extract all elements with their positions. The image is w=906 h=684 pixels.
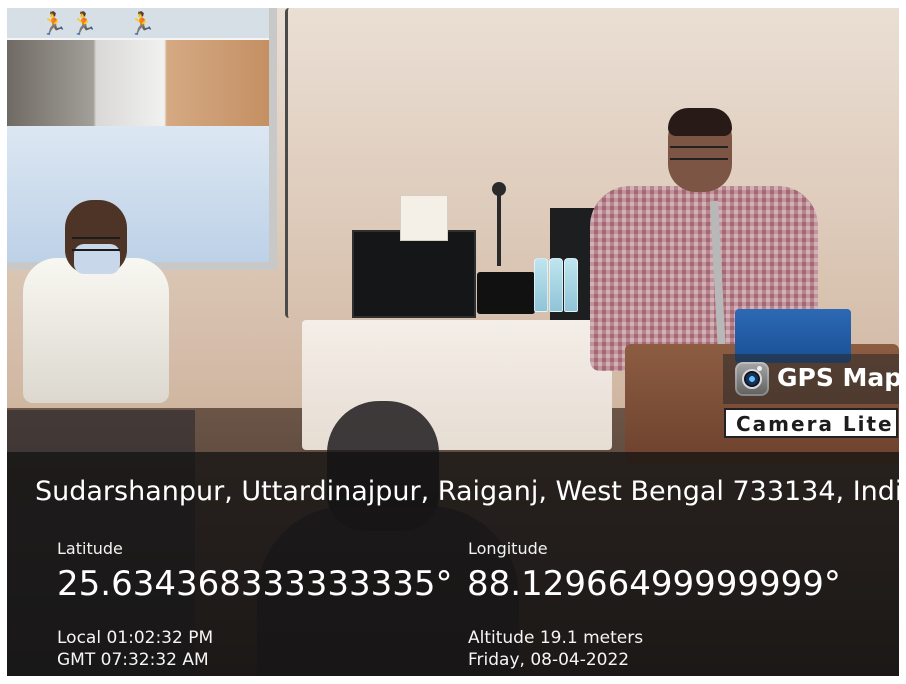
gmt-time: GMT 07:32:32 AM <box>57 650 209 670</box>
water-bottle <box>549 258 563 312</box>
speaker-device <box>477 272 535 314</box>
seated-person <box>23 258 169 403</box>
cable <box>285 8 296 318</box>
screen-lower-panel <box>7 126 269 262</box>
computer-monitor <box>352 230 476 318</box>
altitude-text: Altitude 19.1 meters <box>468 628 644 648</box>
location-overlay: Sudarshanpur, Uttardinajpur, Raiganj, We… <box>7 452 899 676</box>
speaking-person-hair <box>668 108 732 136</box>
latitude-value: 25.634368333333335° <box>57 564 453 604</box>
water-bottle <box>534 258 548 312</box>
cigarette-image <box>7 40 269 126</box>
badge-subtitle-box: Camera Lite <box>724 408 898 438</box>
switchboard <box>400 195 448 241</box>
running-figure-icon: 🏃 <box>40 12 68 37</box>
local-time: Local 01:02:32 PM <box>57 628 214 648</box>
running-figure-icon: 🏃 <box>70 12 98 37</box>
longitude-value: 88.12966499999999° <box>467 564 841 604</box>
badge-subtitle: Camera Lite <box>736 412 894 436</box>
eyeglasses <box>72 237 120 251</box>
longitude-label: Longitude <box>468 539 548 558</box>
gps-map-camera-badge: GPS Map Camera Lite <box>723 354 899 440</box>
webcam-stand <box>497 194 501 266</box>
badge-top: GPS Map <box>723 354 899 404</box>
date-text: Friday, 08-04-2022 <box>468 650 630 670</box>
latitude-label: Latitude <box>57 539 123 558</box>
address-text: Sudarshanpur, Uttardinajpur, Raiganj, We… <box>35 476 899 507</box>
eyeglasses <box>670 146 728 160</box>
water-bottle <box>564 258 578 312</box>
photo-frame: 🏃 🏃 🏃 GPS Map Camera Lite Sudarshanpur, … <box>7 8 899 676</box>
running-figure-icon: 🏃 <box>128 12 156 37</box>
projection-screen: 🏃 🏃 🏃 <box>7 8 277 270</box>
camera-lens-icon <box>735 362 769 396</box>
badge-title: GPS Map <box>777 363 899 392</box>
